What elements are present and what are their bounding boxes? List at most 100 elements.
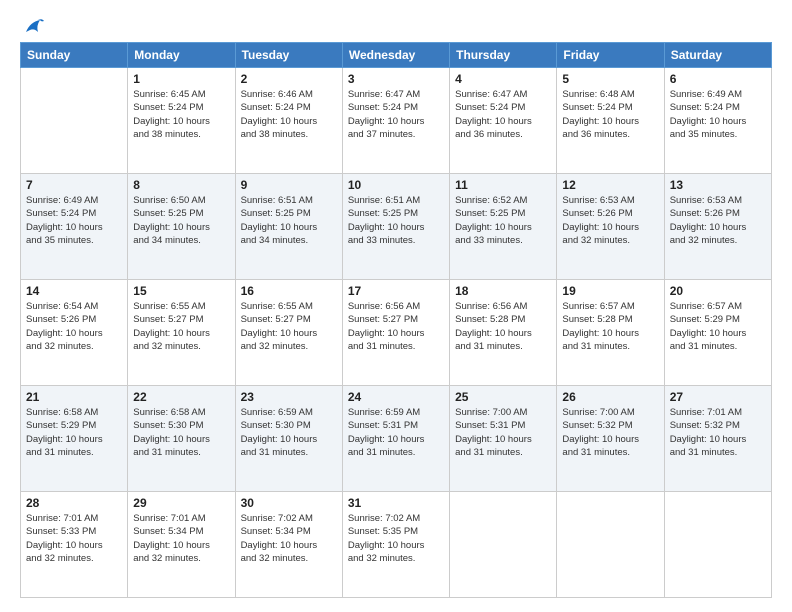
day-number: 17: [348, 284, 444, 298]
calendar-weekday-wednesday: Wednesday: [342, 43, 449, 68]
day-info: Sunrise: 6:54 AM Sunset: 5:26 PM Dayligh…: [26, 300, 122, 353]
day-number: 15: [133, 284, 229, 298]
day-info: Sunrise: 6:56 AM Sunset: 5:28 PM Dayligh…: [455, 300, 551, 353]
day-number: 9: [241, 178, 337, 192]
calendar-day-cell: 19 Sunrise: 6:57 AM Sunset: 5:28 PM Dayli…: [557, 280, 664, 386]
calendar-day-cell: 7 Sunrise: 6:49 AM Sunset: 5:24 PM Daylig…: [21, 174, 128, 280]
calendar-week-row: 7 Sunrise: 6:49 AM Sunset: 5:24 PM Daylig…: [21, 174, 772, 280]
day-info: Sunrise: 6:45 AM Sunset: 5:24 PM Dayligh…: [133, 88, 229, 141]
calendar-week-row: 14 Sunrise: 6:54 AM Sunset: 5:26 PM Dayli…: [21, 280, 772, 386]
day-number: 7: [26, 178, 122, 192]
day-info: Sunrise: 6:57 AM Sunset: 5:28 PM Dayligh…: [562, 300, 658, 353]
day-info: Sunrise: 6:57 AM Sunset: 5:29 PM Dayligh…: [670, 300, 766, 353]
calendar-weekday-monday: Monday: [128, 43, 235, 68]
calendar-day-cell: 27 Sunrise: 7:01 AM Sunset: 5:32 PM Dayli…: [664, 386, 771, 492]
calendar-day-cell: [450, 492, 557, 598]
day-info: Sunrise: 6:59 AM Sunset: 5:31 PM Dayligh…: [348, 406, 444, 459]
day-info: Sunrise: 6:47 AM Sunset: 5:24 PM Dayligh…: [455, 88, 551, 141]
day-info: Sunrise: 6:53 AM Sunset: 5:26 PM Dayligh…: [670, 194, 766, 247]
calendar-day-cell: 4 Sunrise: 6:47 AM Sunset: 5:24 PM Daylig…: [450, 68, 557, 174]
day-number: 16: [241, 284, 337, 298]
day-info: Sunrise: 6:52 AM Sunset: 5:25 PM Dayligh…: [455, 194, 551, 247]
day-info: Sunrise: 7:01 AM Sunset: 5:34 PM Dayligh…: [133, 512, 229, 565]
calendar-day-cell: 8Sunrise: 6:50 AM Sunset: 5:25 PM Daylig…: [128, 174, 235, 280]
day-number: 12: [562, 178, 658, 192]
calendar-day-cell: 15 Sunrise: 6:55 AM Sunset: 5:27 PM Dayli…: [128, 280, 235, 386]
calendar-day-cell: 21 Sunrise: 6:58 AM Sunset: 5:29 PM Dayli…: [21, 386, 128, 492]
calendar-header-row: SundayMondayTuesdayWednesdayThursdayFrid…: [21, 43, 772, 68]
calendar-day-cell: [664, 492, 771, 598]
calendar-day-cell: 10Sunrise: 6:51 AM Sunset: 5:25 PM Dayli…: [342, 174, 449, 280]
calendar-day-cell: 22 Sunrise: 6:58 AM Sunset: 5:30 PM Dayli…: [128, 386, 235, 492]
logo-bird-icon: [22, 18, 44, 36]
calendar-day-cell: 5Sunrise: 6:48 AM Sunset: 5:24 PM Daylig…: [557, 68, 664, 174]
calendar-day-cell: 30Sunrise: 7:02 AM Sunset: 5:34 PM Dayli…: [235, 492, 342, 598]
calendar-day-cell: 25 Sunrise: 7:00 AM Sunset: 5:31 PM Dayli…: [450, 386, 557, 492]
calendar-weekday-thursday: Thursday: [450, 43, 557, 68]
calendar-day-cell: [21, 68, 128, 174]
calendar-day-cell: 14 Sunrise: 6:54 AM Sunset: 5:26 PM Dayli…: [21, 280, 128, 386]
calendar-day-cell: 6Sunrise: 6:49 AM Sunset: 5:24 PM Daylig…: [664, 68, 771, 174]
header: [20, 18, 772, 32]
calendar-day-cell: 13 Sunrise: 6:53 AM Sunset: 5:26 PM Dayli…: [664, 174, 771, 280]
calendar-day-cell: 20 Sunrise: 6:57 AM Sunset: 5:29 PM Dayli…: [664, 280, 771, 386]
day-info: Sunrise: 6:46 AM Sunset: 5:24 PM Dayligh…: [241, 88, 337, 141]
day-info: Sunrise: 7:02 AM Sunset: 5:35 PM Dayligh…: [348, 512, 444, 565]
day-number: 29: [133, 496, 229, 510]
calendar-day-cell: 23 Sunrise: 6:59 AM Sunset: 5:30 PM Dayli…: [235, 386, 342, 492]
day-number: 10: [348, 178, 444, 192]
day-number: 22: [133, 390, 229, 404]
day-number: 21: [26, 390, 122, 404]
calendar-weekday-saturday: Saturday: [664, 43, 771, 68]
calendar-day-cell: 16 Sunrise: 6:55 AM Sunset: 5:27 PM Dayli…: [235, 280, 342, 386]
day-info: Sunrise: 7:00 AM Sunset: 5:31 PM Dayligh…: [455, 406, 551, 459]
day-number: 1: [133, 72, 229, 86]
day-number: 24: [348, 390, 444, 404]
day-number: 28: [26, 496, 122, 510]
calendar-table: SundayMondayTuesdayWednesdayThursdayFrid…: [20, 42, 772, 598]
calendar-day-cell: [557, 492, 664, 598]
day-number: 3: [348, 72, 444, 86]
day-info: Sunrise: 6:55 AM Sunset: 5:27 PM Dayligh…: [241, 300, 337, 353]
day-number: 31: [348, 496, 444, 510]
calendar-day-cell: 24 Sunrise: 6:59 AM Sunset: 5:31 PM Dayli…: [342, 386, 449, 492]
day-info: Sunrise: 6:55 AM Sunset: 5:27 PM Dayligh…: [133, 300, 229, 353]
calendar-week-row: 1 Sunrise: 6:45 AM Sunset: 5:24 PM Daylig…: [21, 68, 772, 174]
calendar-day-cell: 9 Sunrise: 6:51 AM Sunset: 5:25 PM Daylig…: [235, 174, 342, 280]
day-number: 26: [562, 390, 658, 404]
day-info: Sunrise: 6:59 AM Sunset: 5:30 PM Dayligh…: [241, 406, 337, 459]
day-info: Sunrise: 7:01 AM Sunset: 5:32 PM Dayligh…: [670, 406, 766, 459]
day-number: 14: [26, 284, 122, 298]
calendar-week-row: 21 Sunrise: 6:58 AM Sunset: 5:29 PM Dayli…: [21, 386, 772, 492]
day-number: 19: [562, 284, 658, 298]
day-number: 23: [241, 390, 337, 404]
calendar-day-cell: 26 Sunrise: 7:00 AM Sunset: 5:32 PM Dayli…: [557, 386, 664, 492]
calendar-weekday-tuesday: Tuesday: [235, 43, 342, 68]
day-info: Sunrise: 6:50 AM Sunset: 5:25 PM Dayligh…: [133, 194, 229, 247]
day-number: 27: [670, 390, 766, 404]
day-info: Sunrise: 7:00 AM Sunset: 5:32 PM Dayligh…: [562, 406, 658, 459]
calendar-day-cell: 18Sunrise: 6:56 AM Sunset: 5:28 PM Dayli…: [450, 280, 557, 386]
day-info: Sunrise: 6:58 AM Sunset: 5:30 PM Dayligh…: [133, 406, 229, 459]
day-info: Sunrise: 6:47 AM Sunset: 5:24 PM Dayligh…: [348, 88, 444, 141]
day-info: Sunrise: 7:02 AM Sunset: 5:34 PM Dayligh…: [241, 512, 337, 565]
day-info: Sunrise: 6:49 AM Sunset: 5:24 PM Dayligh…: [26, 194, 122, 247]
page: SundayMondayTuesdayWednesdayThursdayFrid…: [0, 0, 792, 612]
calendar-week-row: 28Sunrise: 7:01 AM Sunset: 5:33 PM Dayli…: [21, 492, 772, 598]
day-number: 2: [241, 72, 337, 86]
day-number: 20: [670, 284, 766, 298]
calendar-weekday-friday: Friday: [557, 43, 664, 68]
day-number: 4: [455, 72, 551, 86]
day-number: 11: [455, 178, 551, 192]
day-info: Sunrise: 6:58 AM Sunset: 5:29 PM Dayligh…: [26, 406, 122, 459]
logo: [20, 18, 44, 32]
calendar-day-cell: 3 Sunrise: 6:47 AM Sunset: 5:24 PM Daylig…: [342, 68, 449, 174]
day-number: 25: [455, 390, 551, 404]
day-info: Sunrise: 6:51 AM Sunset: 5:25 PM Dayligh…: [241, 194, 337, 247]
calendar-day-cell: 2 Sunrise: 6:46 AM Sunset: 5:24 PM Daylig…: [235, 68, 342, 174]
calendar-day-cell: 29 Sunrise: 7:01 AM Sunset: 5:34 PM Dayli…: [128, 492, 235, 598]
calendar-day-cell: 17Sunrise: 6:56 AM Sunset: 5:27 PM Dayli…: [342, 280, 449, 386]
day-info: Sunrise: 6:48 AM Sunset: 5:24 PM Dayligh…: [562, 88, 658, 141]
day-info: Sunrise: 6:53 AM Sunset: 5:26 PM Dayligh…: [562, 194, 658, 247]
day-number: 13: [670, 178, 766, 192]
